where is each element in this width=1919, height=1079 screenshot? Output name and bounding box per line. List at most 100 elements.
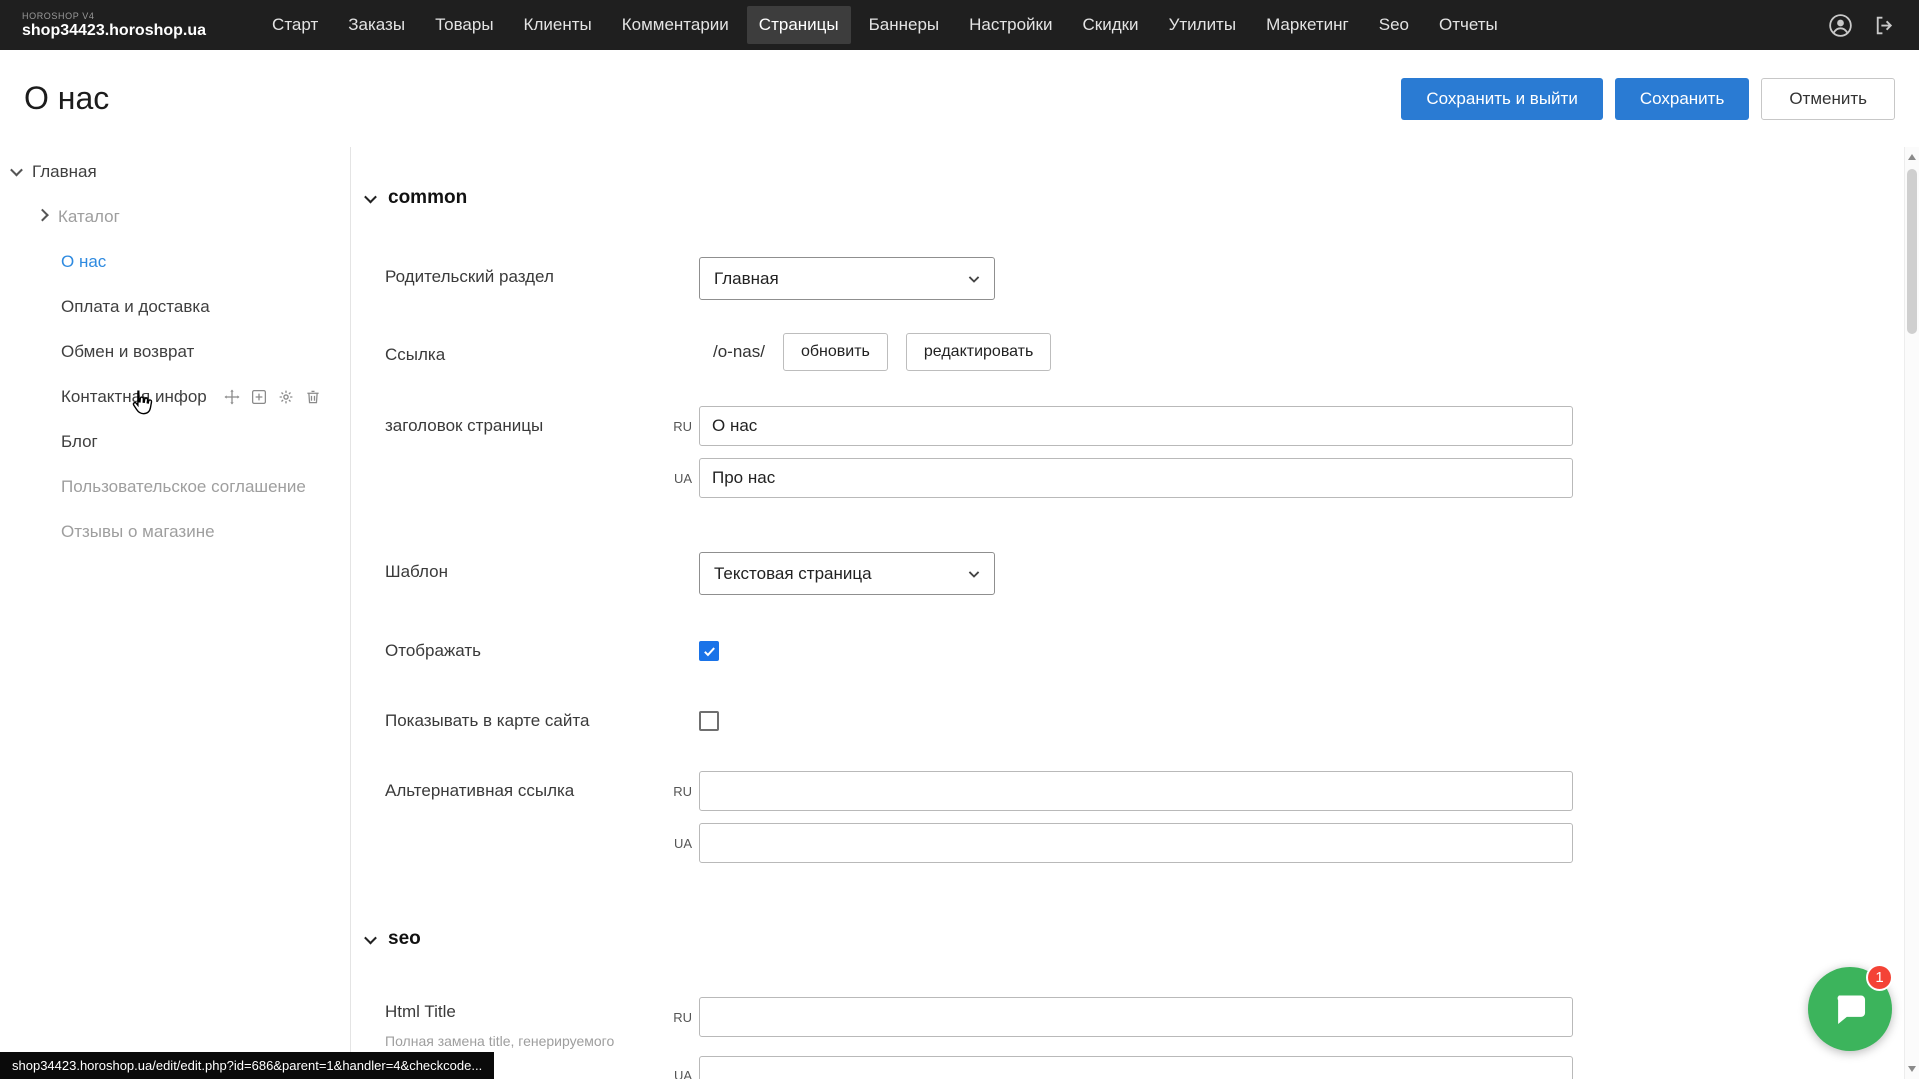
chat-bubble-icon: [1831, 990, 1869, 1028]
sidebar-item-kontaktnaya-informatsiya[interactable]: Контактная инфор: [0, 374, 350, 419]
nav-item-banners[interactable]: Баннеры: [857, 6, 952, 44]
parent-section-select[interactable]: Главная: [699, 257, 995, 300]
parent-section-label: Родительский раздел: [385, 267, 554, 287]
sidebar-page-tree: Главная Каталог О нас Оплата и доставка …: [0, 147, 351, 1079]
brand[interactable]: HOROSHOP V4 shop34423.horoshop.ua: [22, 11, 206, 40]
display-label: Отображать: [385, 641, 481, 661]
gear-icon[interactable]: [277, 388, 295, 406]
cancel-button[interactable]: Отменить: [1761, 78, 1895, 120]
nav-item-utilities[interactable]: Утилиты: [1157, 6, 1249, 44]
sidebar-item-blog[interactable]: Блог: [0, 419, 350, 464]
save-and-exit-button[interactable]: Сохранить и выйти: [1401, 78, 1602, 120]
sidebar-item-label: Оплата и доставка: [61, 297, 210, 317]
sidebar-item-label: Контактная инфор: [61, 387, 207, 407]
scroll-up-arrow[interactable]: [1905, 149, 1919, 165]
chat-widget-button[interactable]: 1: [1808, 967, 1892, 1051]
save-button[interactable]: Сохранить: [1615, 78, 1749, 120]
sidebar-item-o-nas[interactable]: О нас: [0, 239, 350, 284]
chat-unread-badge: 1: [1866, 964, 1893, 991]
html-title-ua-input[interactable]: [699, 1056, 1573, 1079]
brand-domain: shop34423.horoshop.ua: [22, 22, 206, 40]
chevron-down-icon: [964, 564, 984, 584]
sidebar-item-label: Пользовательское соглашение: [61, 477, 306, 497]
nav-item-settings[interactable]: Настройки: [957, 6, 1064, 44]
add-icon[interactable]: [250, 388, 268, 406]
scroll-down-arrow[interactable]: [1905, 1061, 1919, 1077]
lang-badge-ua: UA: [662, 836, 692, 851]
html-title-label: Html Title: [385, 1002, 456, 1022]
sidebar-item-obmen-i-vozvrat[interactable]: Обмен и возврат: [0, 329, 350, 374]
alt-link-ru-input[interactable]: [699, 771, 1573, 811]
html-title-hint: Полная замена title, генерируемого: [385, 1033, 614, 1049]
lang-badge-ru: RU: [662, 784, 692, 799]
chevron-down-icon: [10, 164, 23, 177]
page-title-ua-input[interactable]: [699, 458, 1573, 498]
app-root: HOROSHOP V4 shop34423.horoshop.ua Старт …: [0, 0, 1919, 1079]
lang-badge-ua: UA: [662, 1068, 692, 1079]
nav-item-orders[interactable]: Заказы: [336, 6, 417, 44]
alt-link-ua-input[interactable]: [699, 823, 1573, 863]
trash-icon[interactable]: [304, 388, 322, 406]
link-preview-statusbar: shop34423.horoshop.ua/edit/edit.php?id=6…: [0, 1052, 494, 1079]
nav-item-pages[interactable]: Страницы: [747, 6, 851, 44]
sidebar-item-polzovatelskoe-soglashenie[interactable]: Пользовательское соглашение: [0, 464, 350, 509]
page-title-field-label: заголовок страницы: [385, 416, 543, 436]
sidebar-item-katalog[interactable]: Каталог: [0, 194, 350, 239]
sidebar-item-label: Каталог: [58, 207, 120, 227]
nav-item-seo[interactable]: Seo: [1367, 6, 1421, 44]
section-seo[interactable]: seo: [366, 928, 421, 950]
page-header: О нас Сохранить и выйти Сохранить Отмени…: [0, 50, 1919, 147]
page-edit-form: common Родительский раздел Главная Ссылк…: [352, 147, 1895, 1079]
html-title-ru-input[interactable]: [699, 997, 1573, 1037]
nav-item-marketing[interactable]: Маркетинг: [1254, 6, 1361, 44]
nav-item-reports[interactable]: Отчеты: [1427, 6, 1510, 44]
link-label: Ссылка: [385, 345, 445, 365]
sidebar-item-glavnaya[interactable]: Главная: [0, 149, 350, 194]
nav-item-start[interactable]: Старт: [260, 6, 330, 44]
sitemap-label: Показывать в карте сайта: [385, 711, 589, 731]
nav-item-comments[interactable]: Комментарии: [610, 6, 741, 44]
scrollbar-thumb[interactable]: [1907, 169, 1917, 334]
vertical-scrollbar[interactable]: [1904, 147, 1919, 1079]
section-seo-label: seo: [388, 928, 421, 950]
sitemap-checkbox[interactable]: [699, 711, 719, 731]
lang-badge-ua: UA: [662, 471, 692, 486]
page-title-ru-input[interactable]: [699, 406, 1573, 446]
section-common[interactable]: common: [366, 187, 467, 209]
page-title: О нас: [24, 80, 109, 117]
tree-row-actions: [223, 388, 322, 406]
check-icon: [702, 644, 717, 659]
account-icon[interactable]: [1827, 12, 1854, 39]
sidebar-item-label: Отзывы о магазине: [61, 522, 215, 542]
section-common-label: common: [388, 187, 467, 209]
link-row: /o-nas/ обновить редактировать: [713, 333, 1051, 371]
sidebar-item-oplata-i-dostavka[interactable]: Оплата и доставка: [0, 284, 350, 329]
template-value: Текстовая страница: [714, 564, 872, 584]
link-path: /o-nas/: [713, 342, 765, 362]
header-buttons: Сохранить и выйти Сохранить Отменить: [1401, 78, 1895, 120]
logout-icon[interactable]: [1872, 13, 1897, 38]
lang-badge-ru: RU: [662, 419, 692, 434]
brand-version: HOROSHOP V4: [22, 11, 206, 22]
nav-item-products[interactable]: Товары: [423, 6, 505, 44]
top-nav: Старт Заказы Товары Клиенты Комментарии …: [260, 6, 1510, 44]
chevron-down-icon: [364, 931, 377, 944]
template-label: Шаблон: [385, 562, 448, 582]
sidebar-item-otzyvy-o-magazine[interactable]: Отзывы о магазине: [0, 509, 350, 554]
topbar-actions: [1827, 12, 1897, 39]
template-select[interactable]: Текстовая страница: [699, 552, 995, 595]
nav-item-discounts[interactable]: Скидки: [1070, 6, 1150, 44]
parent-section-value: Главная: [714, 269, 779, 289]
link-edit-button[interactable]: редактировать: [906, 333, 1051, 371]
chevron-down-icon: [364, 190, 377, 203]
display-checkbox[interactable]: [699, 641, 719, 661]
chevron-down-icon: [964, 269, 984, 289]
lang-badge-ru: RU: [662, 1010, 692, 1025]
nav-item-clients[interactable]: Клиенты: [512, 6, 604, 44]
topbar: HOROSHOP V4 shop34423.horoshop.ua Старт …: [0, 0, 1919, 50]
sidebar-item-label: О нас: [61, 252, 106, 272]
alt-link-label: Альтернативная ссылка: [385, 781, 574, 801]
move-icon[interactable]: [223, 388, 241, 406]
link-refresh-button[interactable]: обновить: [783, 333, 888, 371]
sidebar-item-label: Главная: [32, 162, 97, 182]
